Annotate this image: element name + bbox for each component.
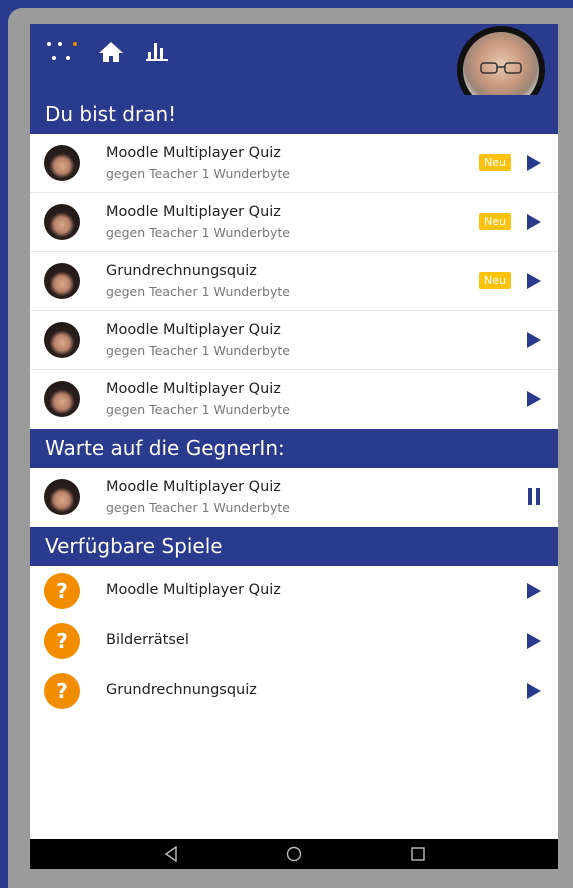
opponent-avatar — [44, 204, 80, 240]
dots-icon[interactable] — [44, 40, 80, 64]
available-game-row[interactable]: ? Grundrechnungsquiz — [30, 666, 558, 716]
android-nav-bar — [30, 839, 558, 869]
app-screen: Du bist dran! Moodle Multiplayer Quiz ge… — [30, 24, 558, 869]
opponent-avatar — [44, 322, 80, 358]
game-row[interactable]: Moodle Multiplayer Quiz gegen Teacher 1 … — [30, 370, 558, 429]
stats-icon[interactable] — [146, 41, 168, 63]
question-icon: ? — [44, 623, 80, 659]
opponent-avatar — [44, 263, 80, 299]
your-turn-list: Moodle Multiplayer Quiz gegen Teacher 1 … — [30, 134, 558, 429]
game-title: Grundrechnungsquiz — [106, 682, 257, 698]
game-row[interactable]: Moodle Multiplayer Quiz gegen Teacher 1 … — [30, 311, 558, 370]
home-circle-icon[interactable] — [286, 846, 302, 862]
waiting-title: Warte auf die GegnerIn: — [30, 429, 558, 468]
opponent-avatar — [44, 381, 80, 417]
game-title: Moodle Multiplayer Quiz — [106, 479, 281, 495]
play-icon[interactable] — [527, 633, 541, 649]
game-row[interactable]: Moodle Multiplayer Quiz gegen Teacher 1 … — [30, 134, 558, 193]
waiting-list: Moodle Multiplayer Quiz gegen Teacher 1 … — [30, 468, 558, 527]
game-row[interactable]: Grundrechnungsquiz gegen Teacher 1 Wunde… — [30, 252, 558, 311]
pause-icon[interactable] — [527, 488, 541, 505]
new-badge: Neu — [479, 272, 511, 289]
game-opponent: gegen Teacher 1 Wunderbyte — [106, 500, 290, 515]
play-icon[interactable] — [527, 332, 541, 348]
game-title: Moodle Multiplayer Quiz — [106, 381, 281, 397]
game-title: Moodle Multiplayer Quiz — [106, 582, 281, 598]
available-game-row[interactable]: ? Bilderrätsel — [30, 616, 558, 666]
game-title: Moodle Multiplayer Quiz — [106, 204, 281, 220]
opponent-avatar — [44, 479, 80, 515]
game-opponent: gegen Teacher 1 Wunderbyte — [106, 284, 290, 299]
toolbar-icons — [44, 40, 168, 64]
game-row[interactable]: Moodle Multiplayer Quiz gegen Teacher 1 … — [30, 193, 558, 252]
home-icon[interactable] — [98, 41, 124, 63]
your-turn-title: Du bist dran! — [30, 95, 558, 134]
game-opponent: gegen Teacher 1 Wunderbyte — [106, 343, 290, 358]
available-game-row[interactable]: ? Moodle Multiplayer Quiz — [30, 566, 558, 616]
game-title: Bilderrätsel — [106, 632, 189, 648]
question-icon: ? — [44, 573, 80, 609]
recents-icon[interactable] — [410, 846, 426, 862]
new-badge: Neu — [479, 154, 511, 171]
back-icon[interactable] — [163, 846, 179, 862]
play-icon[interactable] — [527, 583, 541, 599]
glasses-icon — [480, 62, 522, 74]
game-title: Moodle Multiplayer Quiz — [106, 145, 281, 161]
game-opponent: gegen Teacher 1 Wunderbyte — [106, 166, 290, 181]
play-icon[interactable] — [527, 214, 541, 230]
available-title: Verfügbare Spiele — [30, 527, 558, 566]
top-bar: Du bist dran! — [30, 24, 558, 134]
game-title: Grundrechnungsquiz — [106, 263, 257, 279]
game-title: Moodle Multiplayer Quiz — [106, 322, 281, 338]
available-list: ? Moodle Multiplayer Quiz ? Bilderrätsel… — [30, 566, 558, 716]
question-icon: ? — [44, 673, 80, 709]
play-icon[interactable] — [527, 683, 541, 699]
play-icon[interactable] — [527, 391, 541, 407]
game-opponent: gegen Teacher 1 Wunderbyte — [106, 225, 290, 240]
play-icon[interactable] — [527, 273, 541, 289]
new-badge: Neu — [479, 213, 511, 230]
opponent-avatar — [44, 145, 80, 181]
game-row[interactable]: Moodle Multiplayer Quiz gegen Teacher 1 … — [30, 468, 558, 527]
game-opponent: gegen Teacher 1 Wunderbyte — [106, 402, 290, 417]
play-icon[interactable] — [527, 155, 541, 171]
